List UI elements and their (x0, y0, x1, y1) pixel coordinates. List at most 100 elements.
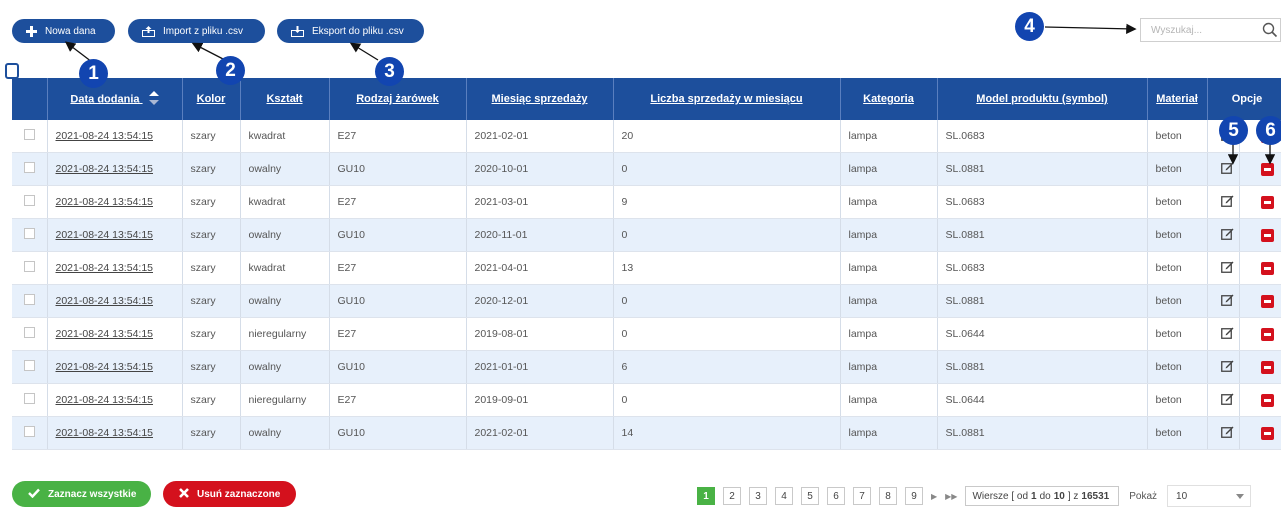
page-button[interactable]: 8 (879, 487, 897, 505)
delete-icon[interactable] (1260, 195, 1274, 209)
delete-cell (1239, 350, 1281, 384)
export-csv-button[interactable]: Eksport do pliku .csv (277, 19, 424, 43)
row-checkbox[interactable] (23, 360, 35, 371)
date-link[interactable]: 2021-08-24 13:54:15 (56, 262, 154, 274)
delete-cell (1239, 416, 1281, 450)
col-shape[interactable]: Kształt (240, 78, 330, 120)
edit-icon[interactable] (1220, 194, 1234, 210)
row-checkbox[interactable] (23, 393, 35, 404)
monthly-sales-cell: 0 (613, 317, 841, 351)
page-button[interactable]: 2 (723, 487, 741, 505)
row-checkbox[interactable] (23, 327, 35, 338)
edit-icon[interactable] (1220, 227, 1234, 243)
delete-cell (1239, 284, 1281, 318)
date-link[interactable]: 2021-08-24 13:54:15 (56, 295, 154, 307)
bulb-type-cell: GU10 (329, 284, 467, 318)
marker-1: 1 (79, 59, 108, 88)
shape-cell: kwadrat (240, 120, 330, 153)
edit-icon[interactable] (1220, 359, 1234, 375)
date-link[interactable]: 2021-08-24 13:54:15 (56, 427, 154, 439)
delete-icon[interactable] (1260, 294, 1274, 308)
search-icon[interactable] (1262, 22, 1278, 41)
delete-icon[interactable] (1260, 162, 1274, 176)
table-row: 2021-08-24 13:54:15 szary owalny GU10 2020-1… (12, 218, 1281, 252)
delete-cell (1239, 317, 1281, 351)
col-product-model[interactable]: Model produktu (symbol) (937, 78, 1148, 120)
import-csv-label: Import z pliku .csv (163, 25, 244, 37)
col-monthly-sales[interactable]: Liczba sprzedaży w miesiącu (613, 78, 841, 120)
sale-month-cell: 2020-12-01 (466, 284, 614, 318)
delete-cell (1239, 152, 1281, 186)
row-checkbox-cell (12, 120, 48, 153)
select-all-button[interactable]: Zaznacz wszystkie (12, 481, 151, 507)
row-checkbox[interactable] (23, 294, 35, 305)
edit-cell (1207, 284, 1240, 318)
category-cell: lampa (840, 152, 938, 186)
shape-cell: owalny (240, 416, 330, 450)
edit-icon[interactable] (1220, 326, 1234, 342)
date-link[interactable]: 2021-08-24 13:54:15 (56, 328, 154, 340)
row-checkbox[interactable] (23, 261, 35, 272)
delete-cell (1239, 251, 1281, 285)
import-csv-button[interactable]: Import z pliku .csv (128, 19, 265, 43)
date-link[interactable]: 2021-08-24 13:54:15 (56, 394, 154, 406)
page-button[interactable]: 3 (749, 487, 767, 505)
page-button[interactable]: 7 (853, 487, 871, 505)
row-checkbox[interactable] (23, 426, 35, 437)
next-page-icon[interactable]: ▶ (931, 492, 937, 501)
rows-info: Wiersze [ od 1 do 10 ] z 16531 (965, 486, 1120, 506)
new-data-button[interactable]: Nowa dana (12, 19, 115, 43)
row-checkbox[interactable] (23, 228, 35, 239)
edit-icon[interactable] (1220, 425, 1234, 441)
shape-cell: kwadrat (240, 251, 330, 285)
shape-cell: kwadrat (240, 185, 330, 219)
table-columns-handle[interactable] (5, 63, 19, 79)
delete-icon[interactable] (1260, 228, 1274, 242)
date-cell: 2021-08-24 13:54:15 (47, 317, 183, 351)
page-button[interactable]: 6 (827, 487, 845, 505)
material-cell: beton (1147, 284, 1208, 318)
delete-icon[interactable] (1260, 261, 1274, 275)
delete-icon[interactable] (1260, 426, 1274, 440)
edit-cell (1207, 152, 1240, 186)
delete-icon[interactable] (1260, 327, 1274, 341)
color-cell: szary (182, 120, 241, 153)
date-cell: 2021-08-24 13:54:15 (47, 152, 183, 186)
shape-cell: nieregularny (240, 383, 330, 417)
last-page-icon[interactable]: ▶▶ (945, 492, 957, 501)
col-sale-month[interactable]: Miesiąc sprzedaży (466, 78, 614, 120)
edit-icon[interactable] (1220, 392, 1234, 408)
col-material[interactable]: Materiał (1147, 78, 1208, 120)
chevron-down-icon (1236, 494, 1245, 499)
color-cell: szary (182, 152, 241, 186)
delete-icon[interactable] (1260, 360, 1274, 374)
page-button[interactable]: 9 (905, 487, 923, 505)
pagination: 123456789 ▶ ▶▶ Wiersze [ od 1 do 10 ] z … (697, 485, 1252, 507)
material-cell: beton (1147, 383, 1208, 417)
col-date-added[interactable]: Data dodania (47, 78, 183, 120)
delete-selected-button[interactable]: Usuń zaznaczone (163, 481, 296, 507)
row-checkbox[interactable] (23, 129, 35, 140)
page-button[interactable]: 4 (775, 487, 793, 505)
delete-icon[interactable] (1260, 393, 1274, 407)
category-cell: lampa (840, 383, 938, 417)
date-link[interactable]: 2021-08-24 13:54:15 (56, 130, 154, 142)
date-link[interactable]: 2021-08-24 13:54:15 (56, 196, 154, 208)
col-category[interactable]: Kategoria (840, 78, 938, 120)
edit-icon[interactable] (1220, 161, 1234, 177)
edit-icon[interactable] (1220, 260, 1234, 276)
page-size-select[interactable]: 10 (1167, 485, 1252, 507)
bulb-type-cell: E27 (329, 383, 467, 417)
date-link[interactable]: 2021-08-24 13:54:15 (56, 163, 154, 175)
search-input[interactable] (1141, 23, 1253, 37)
col-bulb-type[interactable]: Rodzaj żarówek (329, 78, 467, 120)
page-button[interactable]: 5 (801, 487, 819, 505)
date-link[interactable]: 2021-08-24 13:54:15 (56, 229, 154, 241)
material-cell: beton (1147, 350, 1208, 384)
row-checkbox[interactable] (23, 195, 35, 206)
date-link[interactable]: 2021-08-24 13:54:15 (56, 361, 154, 373)
row-checkbox[interactable] (23, 162, 35, 173)
edit-icon[interactable] (1220, 293, 1234, 309)
sort-icon[interactable] (148, 90, 159, 108)
page-button[interactable]: 1 (697, 487, 715, 505)
